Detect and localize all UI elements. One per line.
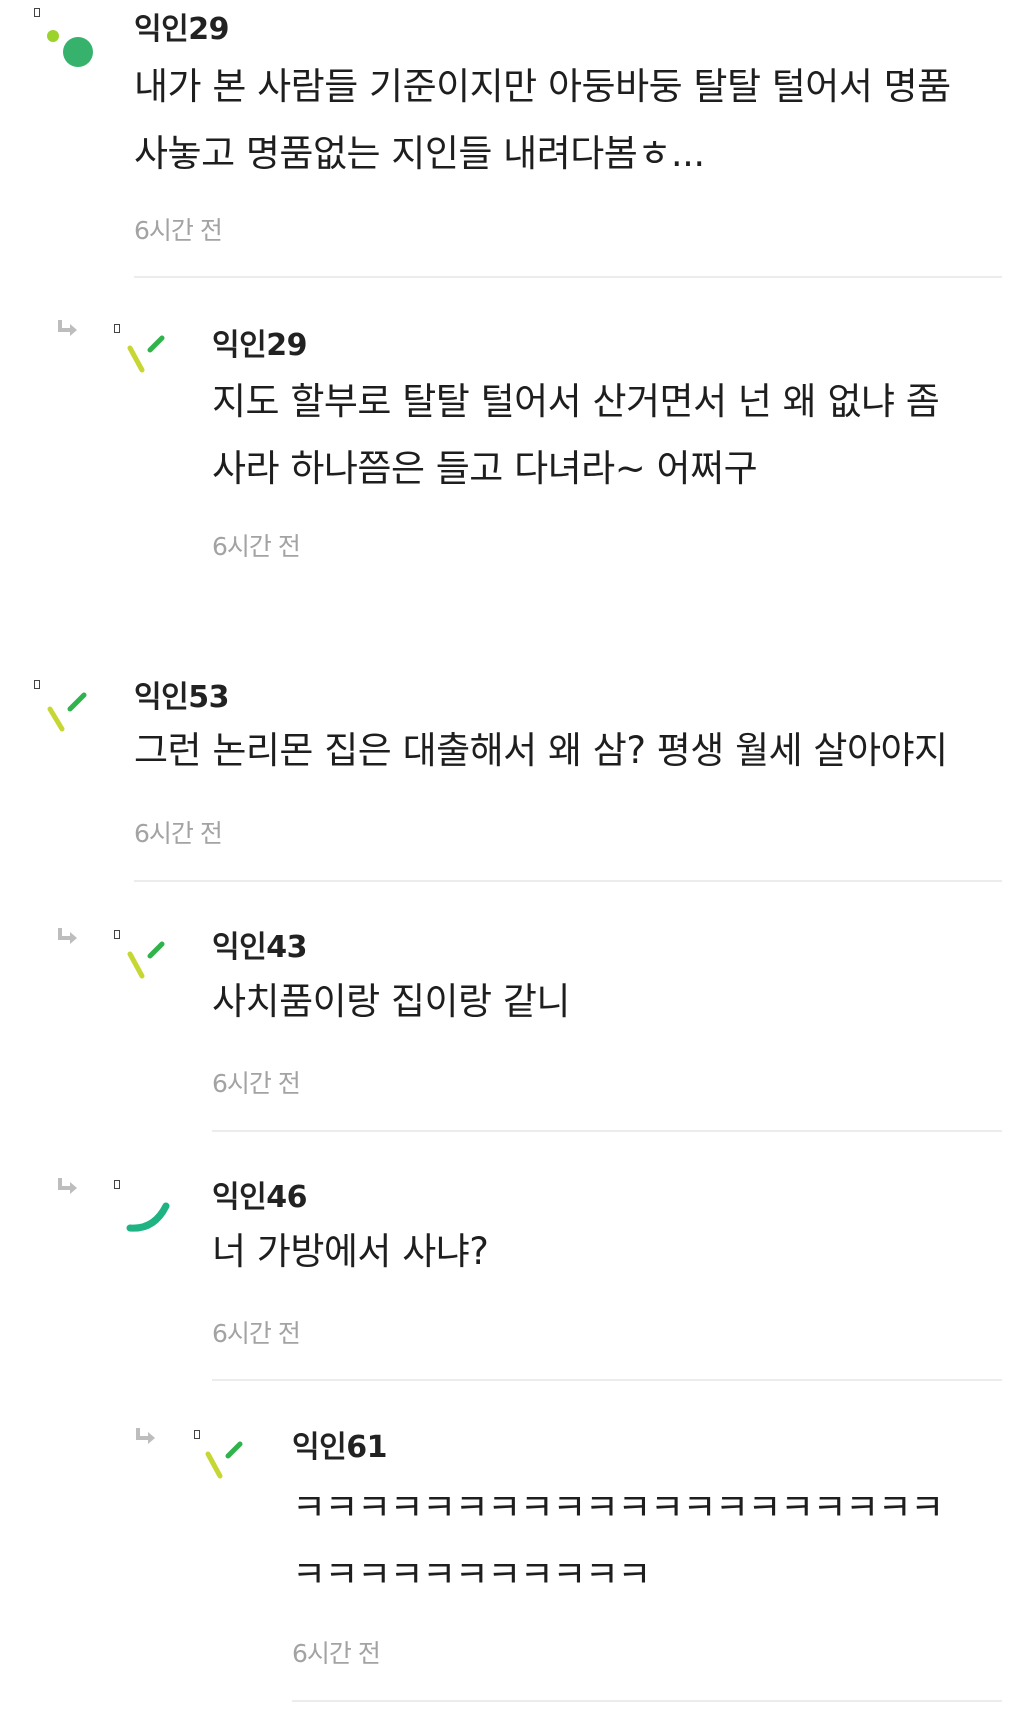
comment-author[interactable]: 익인29 bbox=[212, 320, 307, 364]
comment-divider bbox=[212, 1379, 1002, 1381]
comment-marker-icon bbox=[114, 1180, 120, 1189]
green-dashes-avatar-icon bbox=[127, 335, 165, 373]
comment-item: 익인29 지도 할부로 탈탈 털어서 산거면서 넌 왜 없냐 좀 사라 하나쯤은… bbox=[0, 290, 1024, 580]
comment-text: 사치품이랑 집이랑 같니 bbox=[212, 968, 1012, 1035]
comment-text: 너 가방에서 사냐? bbox=[212, 1218, 1012, 1285]
comment-divider bbox=[292, 1700, 1002, 1702]
comment-text: 내가 본 사람들 기준이지만 아둥바둥 탈탈 털어서 명품 사놓고 명품없는 지… bbox=[134, 53, 1014, 187]
comment-item: 익인61 ㅋㅋㅋㅋㅋㅋㅋㅋㅋㅋㅋㅋㅋㅋㅋㅋㅋㅋㅋㅋ ㅋㅋㅋㅋㅋㅋㅋㅋㅋㅋㅋ 6시… bbox=[0, 1418, 1024, 1718]
comment-text-line: ㅋㅋㅋㅋㅋㅋㅋㅋㅋㅋㅋㅋㅋㅋㅋㅋㅋㅋㅋㅋ bbox=[292, 1486, 944, 1529]
comment-text: 그런 논리몬 집은 대출해서 왜 삼? 평생 월세 살아야지 bbox=[134, 717, 1014, 784]
comment-item: 익인46 너 가방에서 사냐? 6시간 전 bbox=[0, 1168, 1024, 1388]
comment-timestamp: 6시간 전 bbox=[292, 1639, 381, 1668]
comment-item: 익인29 내가 본 사람들 기준이지만 아둥바둥 탈탈 털어서 명품 사놓고 명… bbox=[0, 0, 1024, 285]
reply-arrow-icon bbox=[58, 928, 77, 944]
green-dashes-avatar-icon bbox=[205, 1441, 243, 1479]
comment-timestamp: 6시간 전 bbox=[134, 819, 223, 848]
comment-text-line: ㅋㅋㅋㅋㅋㅋㅋㅋㅋㅋㅋ bbox=[292, 1553, 651, 1596]
comment-text-line: 사놓고 명품없는 지인들 내려다봄ㅎ... bbox=[134, 132, 705, 175]
comment-marker-icon bbox=[34, 8, 40, 17]
comment-text-line: 너 가방에서 사냐? bbox=[212, 1230, 489, 1273]
reply-arrow-icon bbox=[136, 1428, 155, 1444]
comment-text: 지도 할부로 탈탈 털어서 산거면서 넌 왜 없냐 좀 사라 하나쯤은 들고 다… bbox=[212, 368, 1012, 502]
reply-arrow-icon bbox=[58, 1178, 77, 1194]
comment-author[interactable]: 익인29 bbox=[134, 4, 229, 48]
comment-divider bbox=[212, 1130, 1002, 1132]
comment-divider bbox=[134, 880, 1002, 882]
comment-item: 익인53 그런 논리몬 집은 대출해서 왜 삼? 평생 월세 살아야지 6시간 … bbox=[0, 672, 1024, 887]
green-dashes-avatar-icon bbox=[47, 692, 87, 732]
comment-timestamp: 6시간 전 bbox=[212, 532, 301, 561]
green-dashes-avatar-icon bbox=[127, 941, 165, 979]
comment-timestamp: 6시간 전 bbox=[134, 216, 223, 245]
comment-author[interactable]: 익인46 bbox=[212, 1172, 307, 1216]
comment-timestamp: 6시간 전 bbox=[212, 1319, 301, 1348]
green-arc-avatar-icon bbox=[126, 1202, 170, 1232]
comment-author[interactable]: 익인43 bbox=[212, 922, 307, 966]
comment-text-line: 그런 논리몬 집은 대출해서 왜 삼? 평생 월세 살아야지 bbox=[134, 729, 948, 772]
comment-timestamp: 6시간 전 bbox=[212, 1069, 301, 1098]
reply-arrow-icon bbox=[58, 320, 77, 336]
comment-text-line: 내가 본 사람들 기준이지만 아둥바둥 탈탈 털어서 명품 bbox=[134, 65, 951, 108]
comment-divider bbox=[134, 276, 1002, 278]
comment-author[interactable]: 익인53 bbox=[134, 672, 229, 716]
comment-text-line: 사치품이랑 집이랑 같니 bbox=[212, 980, 570, 1023]
comment-author[interactable]: 익인61 bbox=[292, 1422, 387, 1466]
comment-text-line: 사라 하나쯤은 들고 다녀라~ 어쩌구 bbox=[212, 447, 758, 490]
comment-item: 익인43 사치품이랑 집이랑 같니 6시간 전 bbox=[0, 918, 1024, 1138]
green-dots-avatar-icon bbox=[47, 30, 93, 67]
comment-text: ㅋㅋㅋㅋㅋㅋㅋㅋㅋㅋㅋㅋㅋㅋㅋㅋㅋㅋㅋㅋ ㅋㅋㅋㅋㅋㅋㅋㅋㅋㅋㅋ bbox=[292, 1474, 1012, 1608]
comment-text-line: 지도 할부로 탈탈 털어서 산거면서 넌 왜 없냐 좀 bbox=[212, 380, 940, 423]
